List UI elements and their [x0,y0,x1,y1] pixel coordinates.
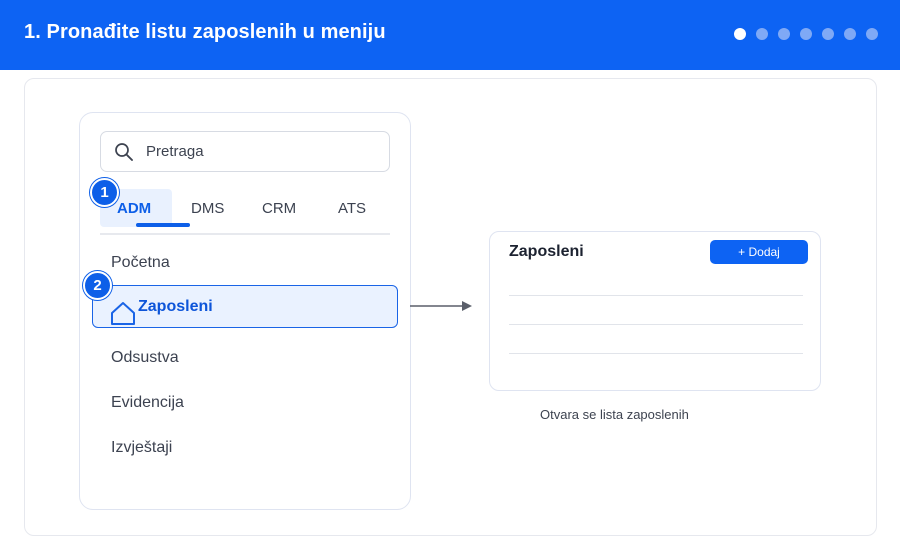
search-icon [115,143,133,161]
step-dot-4[interactable] [800,28,812,40]
tabs-divider [100,233,390,235]
card-title: Zaposleni [509,243,584,260]
tutorial-header: 1. Pronađite listu zaposlenih u meniju [0,0,900,70]
step-dot-3[interactable] [778,28,790,40]
tab-crm[interactable]: CRM [262,200,296,217]
step-dot-1[interactable] [734,28,746,40]
home-icon [111,302,135,325]
tab-ats[interactable]: ATS [338,200,366,217]
add-employee-button[interactable]: + Dodaj [710,240,808,264]
search-placeholder: Pretraga [146,143,204,160]
step-title: 1. Pronađite listu zaposlenih u meniju [24,21,386,43]
step-dot-7[interactable] [866,28,878,40]
step-dot-2[interactable] [756,28,768,40]
step-dot-5[interactable] [822,28,834,40]
sidebar-item-pocetna[interactable]: Početna [111,254,170,272]
list-row-divider [509,295,803,296]
list-row-divider [509,353,803,354]
result-caption: Otvara se lista zaposlenih [540,407,689,422]
sidebar-item-label: Zaposleni [138,298,213,315]
active-tab-underline [136,223,190,227]
employees-list-preview: Zaposleni + Dodaj [489,231,821,391]
step-badge-1: 1 [90,178,119,207]
sidebar-item-izvjestaji[interactable]: Izvještaji [111,439,172,457]
list-row-divider [509,324,803,325]
sidebar-item-odsustva[interactable]: Odsustva [111,349,179,367]
tab-dms[interactable]: DMS [191,200,224,217]
step-dot-6[interactable] [844,28,856,40]
sidebar-item-zaposleni[interactable]: Zaposleni [92,285,398,328]
arrow-right-icon [410,301,472,311]
search-input[interactable]: Pretraga [100,131,390,172]
tab-adm[interactable]: ADM [117,200,151,217]
step-badge-2: 2 [83,271,112,300]
sidebar-item-evidencija[interactable]: Evidencija [111,394,184,412]
